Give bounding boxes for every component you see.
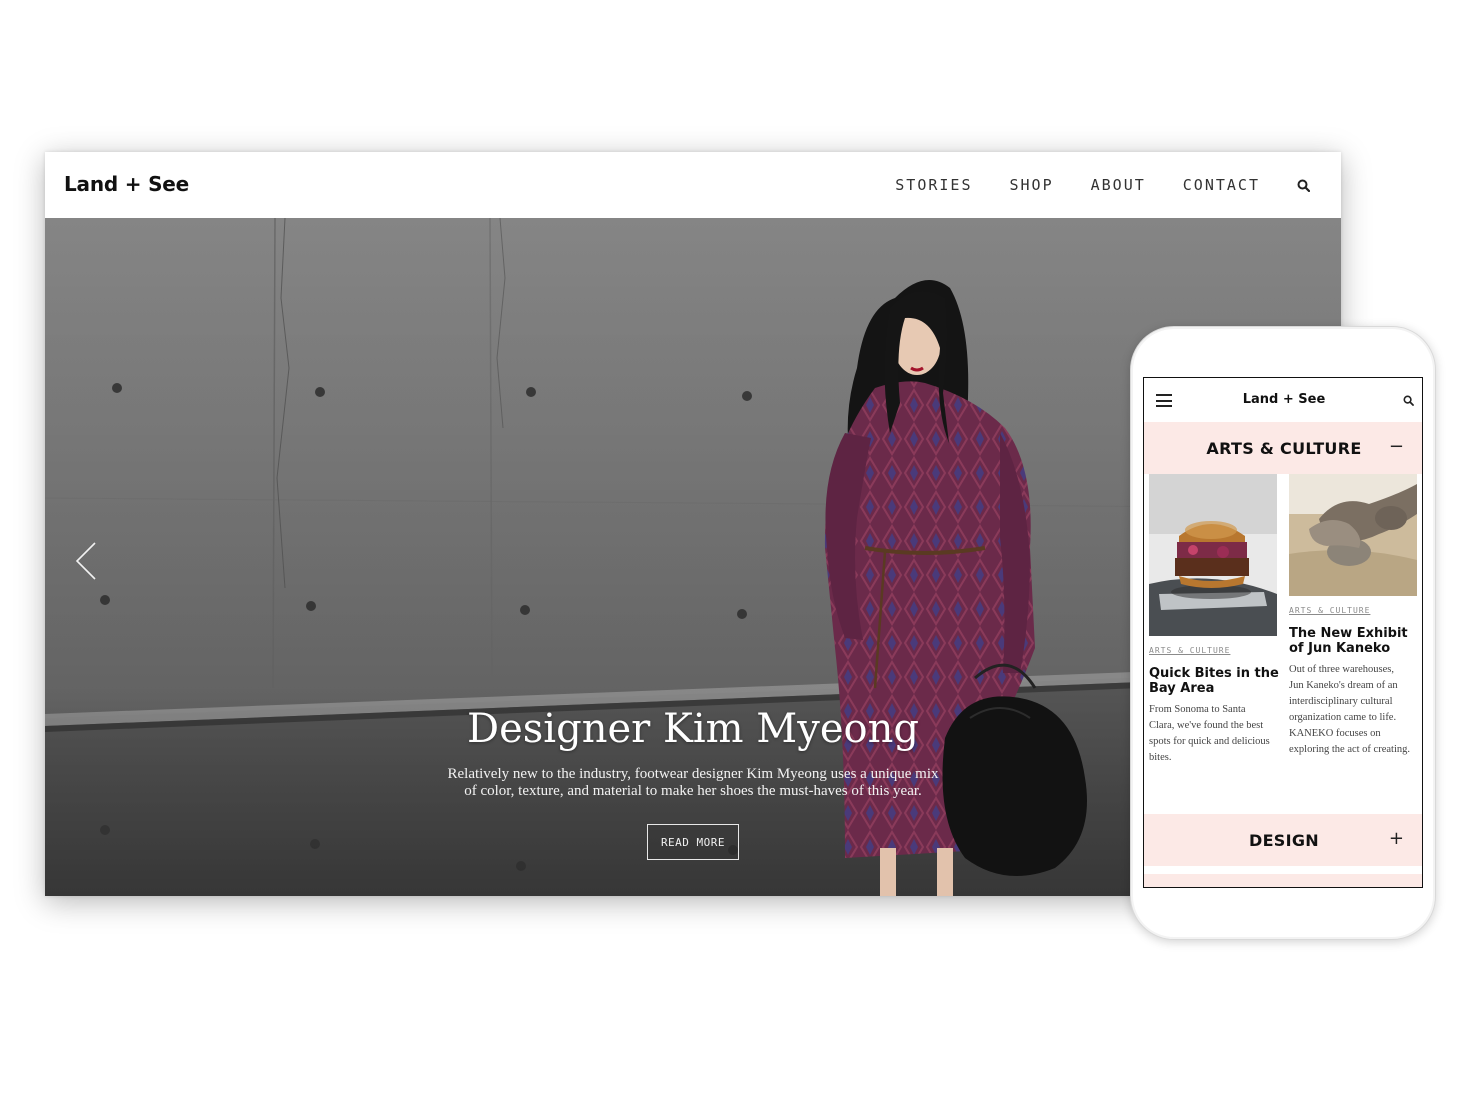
nav-item-stories[interactable]: STORIES [895, 176, 972, 194]
article-title[interactable]: Quick Bites in the Bay Area [1149, 666, 1279, 696]
section-title: ARTS & CULTURE [1206, 438, 1362, 458]
site-header: Land + See STORIES SHOP ABOUT CONTACT [45, 152, 1341, 218]
article-category[interactable]: ARTS & CULTURE [1149, 646, 1230, 655]
search-button[interactable] [1297, 152, 1341, 218]
nav-item-shop[interactable]: SHOP [1010, 176, 1054, 194]
main-nav: STORIES SHOP ABOUT CONTACT [895, 152, 1341, 218]
article-card[interactable]: ARTS & CULTURE Quick Bites in the Bay Ar… [1149, 474, 1279, 774]
article-excerpt: Out of three warehouses, Jun Kaneko's dr… [1289, 664, 1410, 755]
next-section-strip [1144, 874, 1422, 887]
site-logo[interactable]: Land + See [64, 172, 189, 196]
nav-item-about[interactable]: ABOUT [1091, 176, 1146, 194]
section-toggle-arts-culture[interactable]: ARTS & CULTURE − [1144, 422, 1422, 474]
section-title: DESIGN [1248, 830, 1319, 850]
hero-description: Relatively new to the industry, footwear… [447, 766, 939, 799]
mobile-screen: Land + See ARTS & CULTURE − ARTS & CULTU… [1143, 377, 1423, 888]
search-icon [1297, 179, 1310, 192]
collapse-icon: − [1388, 436, 1404, 457]
expand-icon: + [1388, 828, 1404, 849]
mobile-header: Land + See [1144, 378, 1422, 422]
section-toggle-design[interactable]: DESIGN + [1144, 814, 1422, 866]
chevron-left-icon[interactable] [73, 540, 99, 582]
search-icon[interactable] [1403, 395, 1414, 406]
mobile-logo[interactable]: Land + See [1144, 392, 1422, 407]
article-category[interactable]: ARTS & CULTURE [1289, 606, 1370, 615]
article-excerpt: From Sonoma to Santa Clara, we've found … [1149, 704, 1270, 763]
article-title[interactable]: The New Exhibit of Jun Kaneko [1289, 626, 1419, 656]
read-more-button[interactable]: READ MORE [647, 824, 739, 860]
nav-item-contact[interactable]: CONTACT [1183, 176, 1260, 194]
phone-frame: Land + See ARTS & CULTURE − ARTS & CULTU… [1130, 326, 1436, 940]
article-card[interactable]: ARTS & CULTURE The New Exhibit of Jun Ka… [1289, 474, 1417, 784]
article-image [1149, 474, 1277, 636]
article-image [1289, 474, 1417, 596]
